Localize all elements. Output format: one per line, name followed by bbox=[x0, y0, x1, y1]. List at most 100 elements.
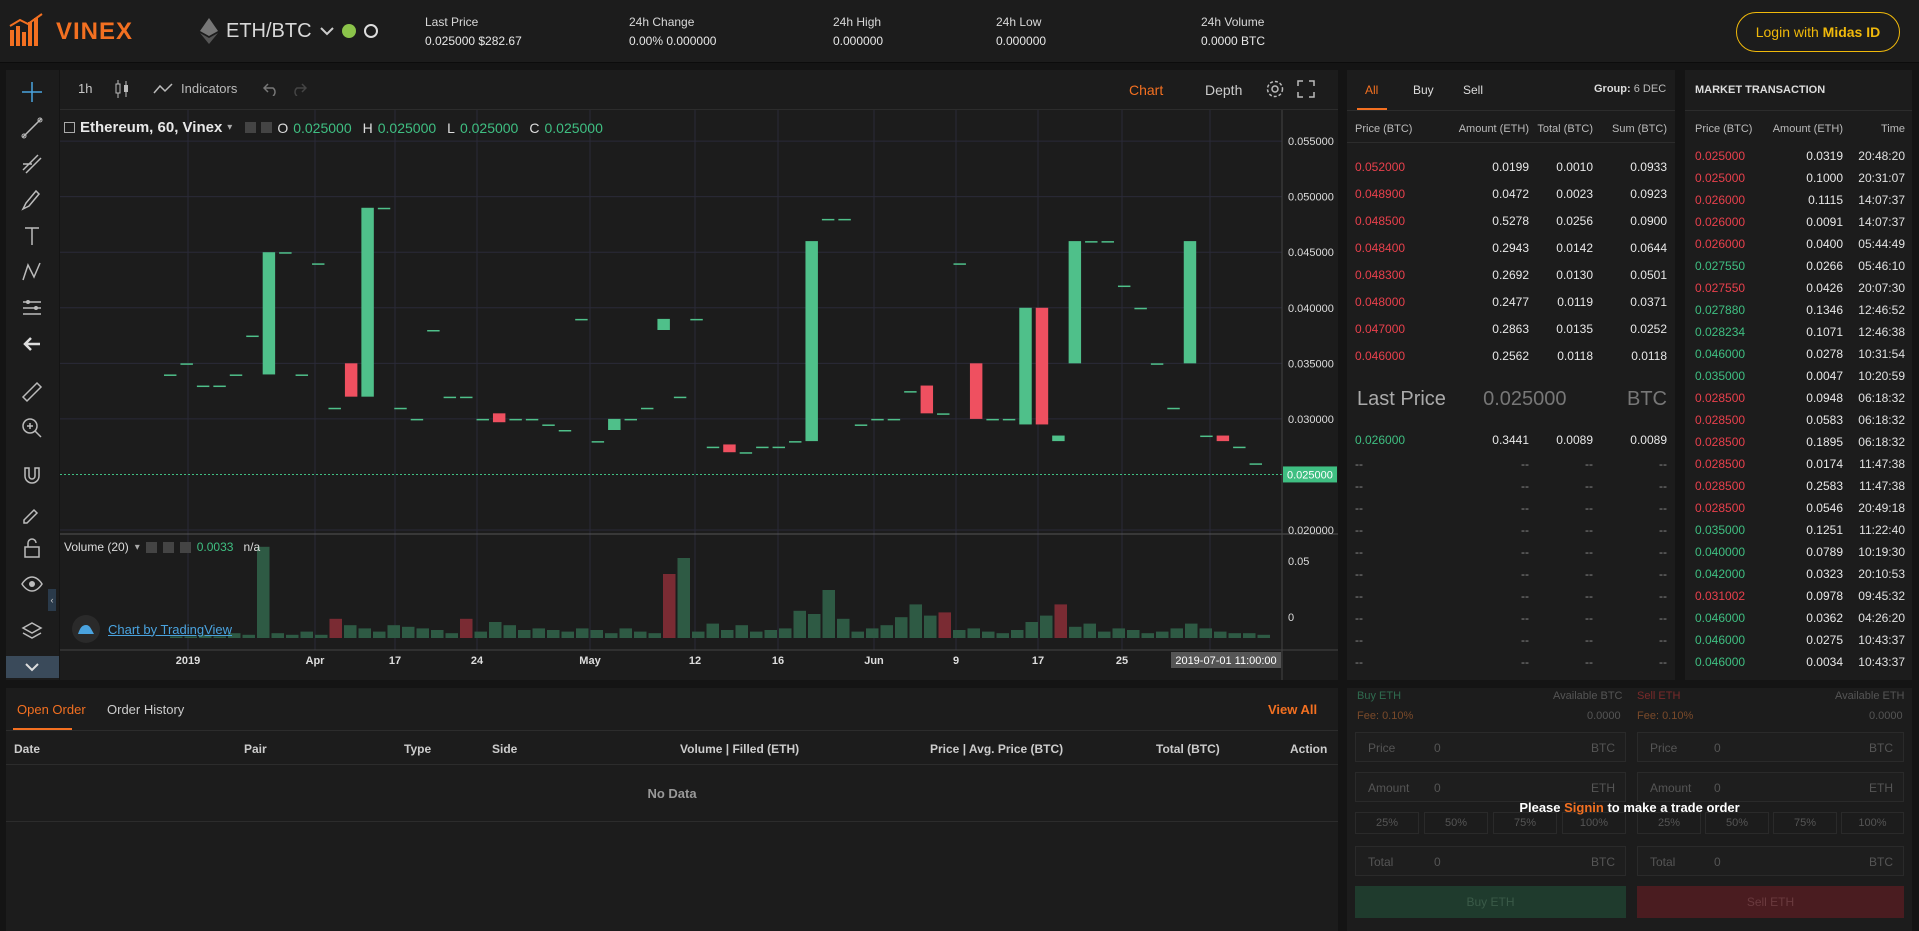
buy-pct-75[interactable]: 75% bbox=[1493, 812, 1557, 834]
panel-toggle-button[interactable]: ‹ bbox=[48, 589, 56, 611]
volume-tick-label: 0 bbox=[1288, 612, 1294, 624]
legend-low-label: L bbox=[447, 119, 455, 136]
trade-price: 0.028500 bbox=[1695, 435, 1746, 449]
lock-drawing-icon[interactable] bbox=[20, 500, 44, 524]
text-tool-icon[interactable] bbox=[20, 224, 44, 248]
volume-bar bbox=[1141, 633, 1154, 638]
legend-dropdown-icon[interactable]: ▾ bbox=[227, 122, 232, 133]
ethereum-icon bbox=[200, 18, 218, 44]
undo-icon[interactable] bbox=[263, 82, 279, 96]
coinmarketcap-icon[interactable] bbox=[363, 24, 378, 38]
trade-row: 0.028500 0.1895 06:18:32 bbox=[1695, 431, 1905, 453]
buy-button[interactable]: Buy ETH bbox=[1355, 886, 1626, 918]
tab-sell[interactable]: Sell bbox=[1463, 83, 1483, 97]
volume-settings-icon[interactable] bbox=[145, 541, 157, 553]
buy-pct-25[interactable]: 25% bbox=[1355, 812, 1419, 834]
indicators-button[interactable]: Indicators bbox=[181, 81, 237, 96]
signin-link[interactable]: Signin bbox=[1564, 800, 1604, 815]
sell-price-field[interactable]: Price 0 BTC bbox=[1637, 732, 1904, 762]
lock-icon[interactable] bbox=[20, 536, 44, 560]
volume-tick-label: 0.05 bbox=[1288, 556, 1309, 568]
volume-bar bbox=[967, 628, 980, 638]
candlestick-type-icon[interactable] bbox=[113, 79, 131, 99]
gear-icon[interactable] bbox=[1265, 79, 1285, 99]
tab-all[interactable]: All bbox=[1365, 83, 1378, 97]
tab-chart[interactable]: Chart bbox=[1129, 82, 1163, 98]
ask-row[interactable]: 0.046000 0.2562 0.0118 0.0118 bbox=[1355, 345, 1667, 367]
legend-collapse-icon[interactable] bbox=[64, 122, 75, 133]
trade-amount: 0.0948 bbox=[1806, 391, 1843, 405]
candle bbox=[246, 335, 259, 338]
arrow-left-icon[interactable] bbox=[20, 332, 44, 356]
ask-row[interactable]: 0.047000 0.2863 0.0135 0.0252 bbox=[1355, 318, 1667, 340]
tab-open-order[interactable]: Open Order bbox=[17, 702, 86, 717]
sell-button[interactable]: Sell ETH bbox=[1637, 886, 1904, 918]
ask-amount: 0.2943 bbox=[1492, 241, 1529, 255]
sell-total-field[interactable]: Total 0 BTC bbox=[1637, 846, 1904, 876]
ask-row[interactable]: 0.048500 0.5278 0.0256 0.0900 bbox=[1355, 210, 1667, 232]
legend-high-label: H bbox=[362, 119, 373, 136]
volume-source-icon[interactable] bbox=[162, 541, 174, 553]
ask-row[interactable]: 0.048900 0.0472 0.0023 0.0923 bbox=[1355, 183, 1667, 205]
last-price-row: Last Price 0.025000 BTC bbox=[1357, 388, 1667, 411]
ask-row[interactable]: 0.048400 0.2943 0.0142 0.0644 bbox=[1355, 237, 1667, 259]
sell-pct-100[interactable]: 100% bbox=[1841, 812, 1904, 834]
ask-row[interactable]: 0.048300 0.2692 0.0130 0.0501 bbox=[1355, 264, 1667, 286]
buy-pct-100[interactable]: 100% bbox=[1562, 812, 1626, 834]
trade-row: 0.028234 0.1071 12:46:38 bbox=[1695, 321, 1905, 343]
price-chart[interactable]: 0.055000 0.050000 0.045000 0.040000 0.035000… bbox=[48, 110, 1338, 680]
legend-settings-icon[interactable] bbox=[245, 122, 257, 133]
pitchfork-icon[interactable] bbox=[20, 152, 44, 176]
tab-order-history[interactable]: Order History bbox=[107, 702, 184, 717]
brand-logo[interactable]: VINEX bbox=[8, 12, 133, 52]
bid-sum: -- bbox=[1659, 479, 1667, 493]
toolbar-collapse-button[interactable] bbox=[6, 656, 59, 678]
pair-selector[interactable]: ETH/BTC bbox=[200, 18, 378, 44]
ask-row[interactable]: 0.048000 0.2477 0.0119 0.0371 bbox=[1355, 291, 1667, 313]
legend-source-icon[interactable] bbox=[261, 122, 273, 133]
login-button[interactable]: Login with Midas ID bbox=[1736, 12, 1900, 52]
sell-pct-50[interactable]: 50% bbox=[1705, 812, 1769, 834]
bid-sum: -- bbox=[1659, 655, 1667, 669]
layers-icon[interactable] bbox=[20, 620, 44, 644]
ruler-icon[interactable] bbox=[20, 380, 44, 404]
view-all-link[interactable]: View All bbox=[1268, 702, 1317, 717]
buy-total-field[interactable]: Total 0 BTC bbox=[1355, 846, 1626, 876]
trade-row: 0.046000 0.0275 10:43:37 bbox=[1695, 629, 1905, 651]
top-bar: VINEX ETH/BTC Last Price 0.025000 $282.6… bbox=[0, 0, 1919, 63]
ask-total: 0.0130 bbox=[1556, 268, 1593, 282]
sell-balance: 0.0000 bbox=[1869, 710, 1903, 722]
buy-amount-field[interactable]: Amount 0 ETH bbox=[1355, 772, 1626, 802]
ask-row[interactable]: 0.052000 0.0199 0.0010 0.0933 bbox=[1355, 156, 1667, 178]
volume-dropdown-icon[interactable]: ▾ bbox=[135, 542, 140, 553]
ask-sum: 0.0900 bbox=[1630, 214, 1667, 228]
bid-row[interactable]: 0.026000 0.3441 0.0089 0.0089 bbox=[1355, 429, 1667, 451]
sell-amount-field[interactable]: Amount 0 ETH bbox=[1637, 772, 1904, 802]
zoom-in-icon[interactable] bbox=[20, 416, 44, 440]
interval-selector[interactable]: 1h bbox=[78, 81, 92, 96]
candle bbox=[854, 424, 868, 426]
tab-depth[interactable]: Depth bbox=[1205, 82, 1242, 98]
volume-close-icon[interactable] bbox=[179, 541, 191, 553]
buy-pct-50[interactable]: 50% bbox=[1424, 812, 1488, 834]
field-value: 0 bbox=[1434, 781, 1441, 795]
eye-icon[interactable] bbox=[20, 572, 44, 596]
chevron-down-icon[interactable] bbox=[319, 26, 334, 36]
candle bbox=[460, 396, 473, 399]
pattern-icon[interactable] bbox=[20, 260, 44, 284]
brush-icon[interactable] bbox=[20, 188, 44, 212]
crosshair-icon[interactable] bbox=[20, 80, 44, 104]
redo-icon[interactable] bbox=[291, 82, 307, 96]
trend-line-icon[interactable] bbox=[20, 116, 44, 140]
chart-canvas[interactable]: 0.055000 0.050000 0.045000 0.040000 0.035000… bbox=[60, 110, 1338, 680]
tab-buy[interactable]: Buy bbox=[1413, 83, 1434, 97]
sell-pct-25[interactable]: 25% bbox=[1637, 812, 1701, 834]
fullscreen-icon[interactable] bbox=[1297, 80, 1315, 98]
buy-price-field[interactable]: Price 0 BTC bbox=[1355, 732, 1626, 762]
magnet-icon[interactable] bbox=[20, 464, 44, 488]
sell-pct-75[interactable]: 75% bbox=[1773, 812, 1837, 834]
prediction-icon[interactable] bbox=[20, 296, 44, 320]
tradingview-watermark[interactable]: Chart by TradingView bbox=[72, 615, 232, 643]
legend-title: Ethereum, 60, Vinex bbox=[80, 119, 223, 136]
group-selector[interactable]: Group: 6 DEC bbox=[1594, 83, 1666, 95]
